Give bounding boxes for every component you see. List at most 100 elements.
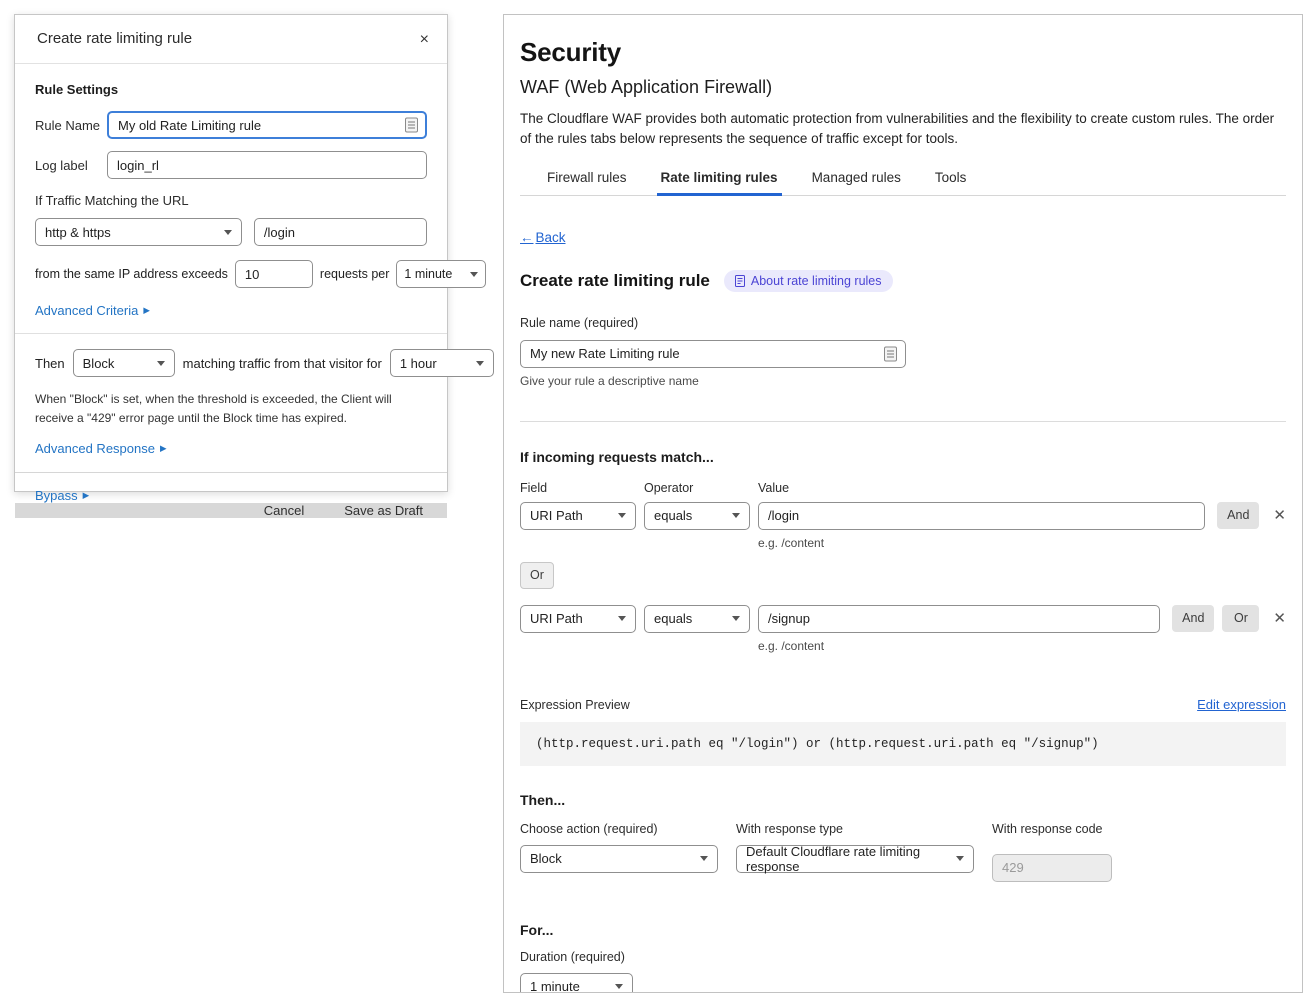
rule-name-input[interactable] xyxy=(520,340,906,368)
bypass-section: Bypass ▶ xyxy=(15,472,447,503)
back-link[interactable]: ←Back xyxy=(520,230,566,245)
advanced-criteria-link[interactable]: Advanced Criteria ▶ xyxy=(35,303,150,318)
threshold-suffix-text: requests per xyxy=(320,267,389,281)
bypass-link[interactable]: Bypass ▶ xyxy=(35,488,89,503)
value-column: e.g. /content xyxy=(758,502,1205,550)
remove-condition-icon[interactable]: ✕ xyxy=(1273,605,1286,632)
modal-title: Create rate limiting rule xyxy=(37,30,192,47)
scheme-select[interactable]: http & https xyxy=(35,218,242,246)
value-hint: e.g. /content xyxy=(758,536,1205,550)
block-note-text: When "Block" is set, when the threshold … xyxy=(35,390,427,427)
response-code-label: With response code xyxy=(992,822,1112,836)
url-input[interactable] xyxy=(254,218,427,246)
value-input[interactable] xyxy=(758,502,1205,530)
action-select-value: Block xyxy=(83,356,115,371)
condition-buttons: And xyxy=(1217,502,1259,529)
field-select[interactable]: URI Path xyxy=(520,605,636,633)
expression-preview: (http.request.uri.path eq "/login") or (… xyxy=(520,722,1286,766)
condition-row: URI Path equals e.g. /content And ✕ xyxy=(520,502,1286,550)
rule-name-hint: Give your rule a descriptive name xyxy=(520,374,1286,388)
field-select[interactable]: URI Path xyxy=(520,502,636,530)
tab-tools[interactable]: Tools xyxy=(935,170,967,195)
traffic-match-heading: If Traffic Matching the URL xyxy=(35,193,427,208)
create-rule-heading: Create rate limiting rule xyxy=(520,271,710,291)
url-input-wrap xyxy=(254,218,427,246)
response-type-label: With response type xyxy=(736,822,974,836)
threshold-period-value: 1 minute xyxy=(404,267,452,281)
condition-row: URI Path equals e.g. /content And Or ✕ xyxy=(520,605,1286,653)
action-select[interactable]: Block xyxy=(520,845,718,873)
response-code-col: With response code xyxy=(992,822,1112,882)
then-label: Then xyxy=(35,356,65,371)
block-duration-select[interactable]: 1 hour xyxy=(390,349,494,377)
waf-panel: Security WAF (Web Application Firewall) … xyxy=(503,14,1303,993)
action-select[interactable]: Block xyxy=(73,349,175,377)
create-rate-limit-modal: Create rate limiting rule × Rule Setting… xyxy=(14,14,448,492)
for-heading: For... xyxy=(520,922,1286,938)
chevron-down-icon xyxy=(700,856,708,861)
response-type-select[interactable]: Default Cloudflare rate limiting respons… xyxy=(736,845,974,873)
condition-buttons: And Or xyxy=(1172,605,1259,632)
modal-header: Create rate limiting rule × xyxy=(15,15,447,64)
save-as-draft-button[interactable]: Save as Draft xyxy=(344,503,423,518)
tab-rate-limiting-rules[interactable]: Rate limiting rules xyxy=(661,170,778,195)
operator-select[interactable]: equals xyxy=(644,502,750,530)
chevron-down-icon xyxy=(732,513,740,518)
duration-label: Duration (required) xyxy=(520,950,1286,964)
edit-expression-link[interactable]: Edit expression xyxy=(1197,697,1286,712)
bypass-label: Bypass xyxy=(35,488,78,503)
operator-select-value: equals xyxy=(654,611,692,626)
waf-subtitle: WAF (Web Application Firewall) xyxy=(520,77,1286,98)
or-button[interactable]: Or xyxy=(1222,605,1259,632)
autofill-icon[interactable] xyxy=(884,346,897,361)
threshold-input[interactable] xyxy=(235,260,313,288)
rule-name-label: Rule name (required) xyxy=(520,316,638,330)
block-duration-value: 1 hour xyxy=(400,356,437,371)
divider xyxy=(520,421,1286,422)
tab-firewall-rules[interactable]: Firewall rules xyxy=(547,170,627,195)
chevron-down-icon xyxy=(732,616,740,621)
then-heading: Then... xyxy=(520,792,1286,808)
rule-name-input-wrap xyxy=(107,111,427,139)
field-column-label: Field xyxy=(520,481,644,495)
chevron-down-icon xyxy=(470,272,478,277)
page-title: Security xyxy=(520,37,1286,68)
value-column-label: Value xyxy=(758,481,789,495)
advanced-response-link[interactable]: Advanced Response ▶ xyxy=(35,441,167,456)
about-rate-limiting-badge[interactable]: About rate limiting rules xyxy=(724,270,893,292)
duration-select[interactable]: 1 minute xyxy=(520,973,633,994)
or-button[interactable]: Or xyxy=(520,562,554,589)
traffic-match-row: http & https xyxy=(35,218,427,246)
create-heading-row: Create rate limiting rule About rate lim… xyxy=(520,270,1286,292)
value-input[interactable] xyxy=(758,605,1160,633)
and-button[interactable]: And xyxy=(1172,605,1214,632)
close-icon[interactable]: × xyxy=(418,30,431,50)
then-row: Then Block matching traffic from that vi… xyxy=(35,349,427,377)
autofill-icon[interactable] xyxy=(405,118,418,133)
response-code-input xyxy=(992,854,1112,882)
chevron-down-icon xyxy=(615,984,623,989)
chevron-down-icon xyxy=(476,361,484,366)
threshold-period-select[interactable]: 1 minute xyxy=(396,260,486,288)
waf-tabs: Firewall rules Rate limiting rules Manag… xyxy=(520,170,1286,196)
modal-footer: Cancel Save as Draft xyxy=(15,503,447,518)
operator-select[interactable]: equals xyxy=(644,605,750,633)
response-type-col: With response type Default Cloudflare ra… xyxy=(736,822,974,882)
choose-action-col: Choose action (required) Block xyxy=(520,822,718,882)
remove-condition-icon[interactable]: ✕ xyxy=(1273,502,1286,529)
advanced-response-label: Advanced Response xyxy=(35,441,155,456)
expression-header: Expression Preview Edit expression xyxy=(520,697,1286,712)
cancel-button[interactable]: Cancel xyxy=(264,503,304,518)
tab-managed-rules[interactable]: Managed rules xyxy=(812,170,901,195)
scheme-select-value: http & https xyxy=(45,225,111,240)
rule-settings-heading: Rule Settings xyxy=(35,82,427,97)
value-hint: e.g. /content xyxy=(758,639,1160,653)
log-label-input[interactable] xyxy=(107,151,427,179)
expression-preview-label: Expression Preview xyxy=(520,698,630,712)
log-label-input-wrap xyxy=(107,151,427,179)
back-label: Back xyxy=(536,230,566,245)
and-button[interactable]: And xyxy=(1217,502,1259,529)
waf-description: The Cloudflare WAF provides both automat… xyxy=(520,109,1286,150)
log-label-label: Log label xyxy=(35,158,107,173)
rule-name-input[interactable] xyxy=(107,111,427,139)
